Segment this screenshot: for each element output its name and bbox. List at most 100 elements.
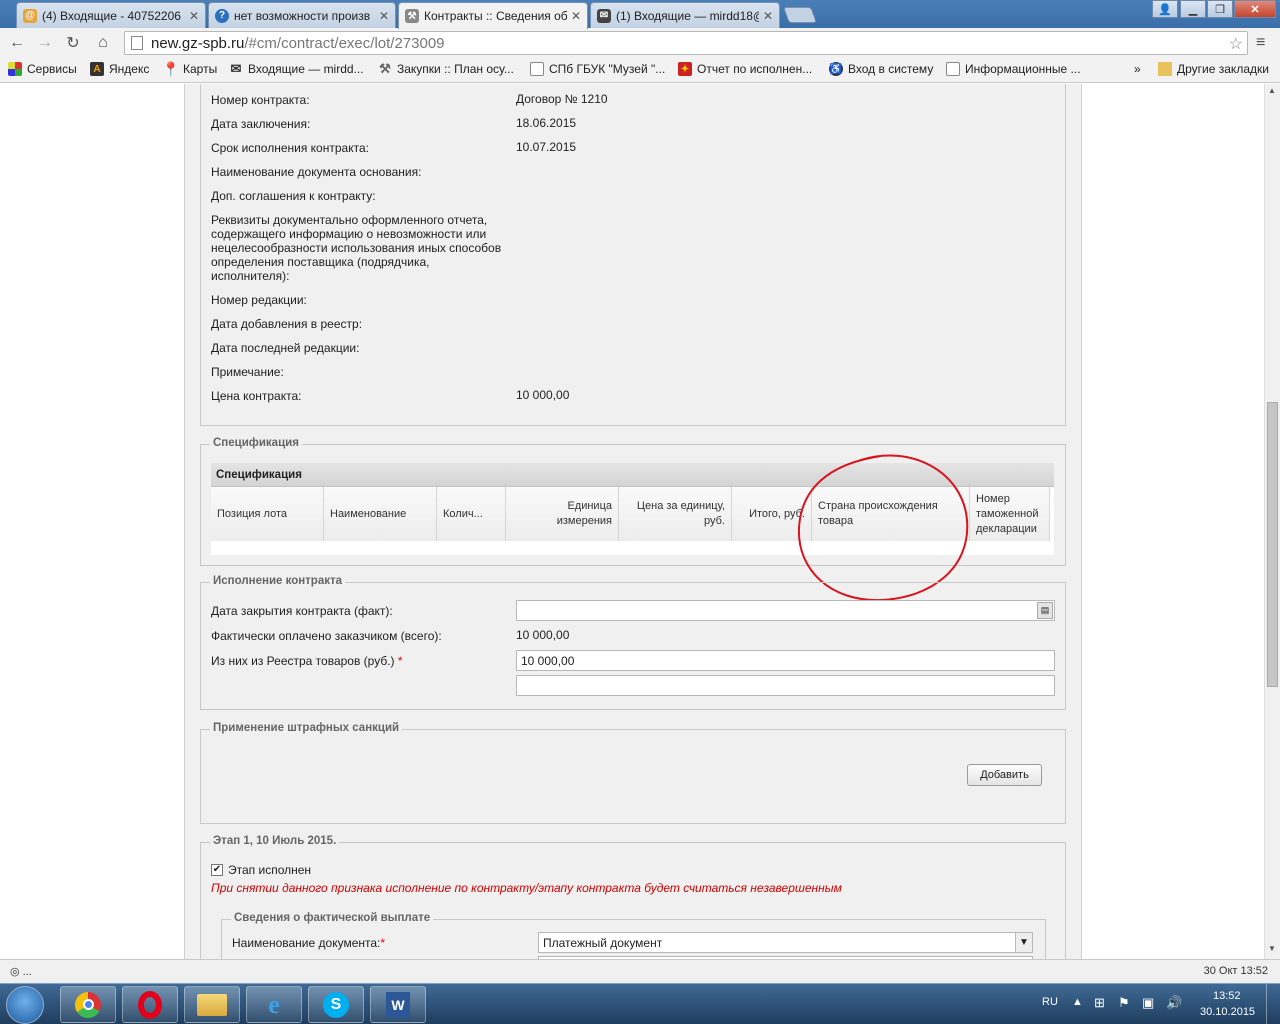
add-penalty-button[interactable]: Добавить (967, 764, 1042, 786)
stage-completed-checkbox[interactable]: ✔ (211, 864, 223, 876)
menu-icon[interactable]: ≡ (1256, 34, 1265, 52)
execution-legend: Исполнение контракта (210, 575, 346, 587)
scroll-up-icon[interactable]: ▲ (1268, 86, 1276, 95)
bookmark-report[interactable]: ✦ Отчет по исполнен... (678, 62, 812, 76)
start-orb-icon[interactable] (6, 986, 44, 1024)
additional-agreements-label: Доп. соглашения к контракту: (211, 189, 376, 203)
scrollbar-thumb[interactable] (1267, 402, 1278, 687)
registry-amount-label-text: Из них из Реестра товаров (руб.) (211, 654, 395, 668)
column-lot-position[interactable]: Позиция лота (211, 487, 324, 541)
bookmark-label: Отчет по исполнен... (697, 62, 813, 76)
tab-inbox-yandex[interactable]: ✉ (1) Входящие — mirdd18@ ✕ (590, 2, 780, 28)
tray-expand-icon[interactable]: ▲ (1072, 996, 1083, 1008)
registry-amount-label: Из них из Реестра товаров (руб.) * (211, 654, 403, 668)
page-icon (530, 62, 544, 76)
page-scrollbar[interactable]: ▲ ▼ (1264, 84, 1280, 959)
address-bar[interactable]: new.gz-spb.ru/#cm/contract/exec/lot/2730… (124, 31, 1248, 55)
payment-legend: Сведения о фактической выплате (231, 912, 434, 924)
bookmarks-overflow-button[interactable]: » (1134, 62, 1141, 76)
bookmark-label: Закупки :: План осу... (397, 62, 514, 76)
close-icon[interactable]: ✕ (189, 9, 199, 23)
column-name[interactable]: Наименование (324, 487, 437, 541)
registry-amount-input[interactable]: 10 000,00 (516, 650, 1055, 671)
contract-price-label: Цена контракта: (211, 389, 302, 403)
close-window-button[interactable]: ✕ (1234, 0, 1276, 18)
bookmark-label: Входящие — mirdd... (248, 62, 364, 76)
map-pin-icon: 📍 (162, 60, 180, 77)
close-date-input[interactable] (516, 600, 1055, 621)
chevron-down-icon[interactable]: ▼ (1015, 933, 1032, 952)
windows-taskbar: e S W RU ▲ ⊞ ⚑ ▣ 🔊 13:52 30.10.2015 (0, 983, 1280, 1024)
contract-form: Номер контракта: Договор № 1210 Дата зак… (184, 84, 1082, 959)
bookmark-inbox[interactable]: ✉ Входящие — mirdd... (229, 61, 364, 76)
basis-document-label: Наименование документа основания: (211, 165, 422, 179)
bookmark-services[interactable]: Сервисы (8, 62, 77, 76)
registry-extra-input[interactable] (516, 675, 1055, 696)
skype-icon[interactable]: S (308, 986, 364, 1023)
overflow-chevron: » (1134, 62, 1141, 76)
column-customs-declaration[interactable]: Номер таможенной декларации (970, 487, 1050, 541)
scroll-down-icon[interactable]: ▼ (1268, 944, 1276, 953)
status-text: ◎ ... (10, 966, 32, 978)
stage-warning-text: При снятии данного признака исполнение п… (211, 881, 842, 895)
bookmark-label: Вход в систему (848, 62, 934, 76)
yandex-icon: A (90, 62, 104, 76)
bookmark-museum[interactable]: СПб ГБУК "Музей "... (530, 62, 665, 76)
contract-info-section: Номер контракта: Договор № 1210 Дата зак… (200, 84, 1066, 426)
bookmark-maps[interactable]: 📍 Карты (162, 60, 217, 77)
reload-icon[interactable]: ↻ (62, 32, 84, 54)
column-unit-price[interactable]: Цена за единицу, руб. (619, 487, 732, 541)
bookmark-label: Информационные ... (965, 62, 1081, 76)
accessibility-icon: ♿ (829, 62, 843, 76)
close-icon[interactable]: ✕ (571, 9, 581, 23)
close-icon[interactable]: ✕ (379, 9, 389, 23)
registry-date-label: Дата добавления в реестр: (211, 317, 363, 331)
windows-flag-icon[interactable]: ⊞ (1094, 995, 1105, 1011)
new-tab-button[interactable] (783, 7, 817, 23)
minimize-button[interactable]: ▁ (1180, 0, 1206, 18)
language-indicator[interactable]: RU (1042, 996, 1058, 1008)
bookmarks-bar: Сервисы A Яндекс 📍 Карты ✉ Входящие — mirdd… (0, 58, 1280, 83)
doc-name-label: Наименование документа:* (232, 936, 385, 950)
network-icon[interactable]: ▣ (1142, 995, 1154, 1011)
back-arrow-icon[interactable]: ← (6, 32, 28, 54)
doc-name-value: Платежный документ (543, 936, 663, 950)
clock-time[interactable]: 13:52 (1213, 990, 1241, 1002)
bookmark-yandex[interactable]: A Яндекс (90, 62, 149, 76)
penalties-section: Применение штрафных санкций Добавить (200, 722, 1066, 824)
penalties-legend: Применение штрафных санкций (210, 722, 403, 734)
doc-name-select[interactable]: Платежный документ (538, 932, 1033, 953)
word-icon[interactable]: W (370, 986, 426, 1023)
registry-amount-value: 10 000,00 (521, 654, 575, 668)
show-desktop-button[interactable] (1266, 984, 1280, 1024)
home-icon[interactable]: ⌂ (92, 32, 114, 54)
forward-arrow-icon[interactable]: → (34, 32, 56, 54)
conclusion-date-label: Дата заключения: (211, 117, 311, 131)
explorer-icon[interactable] (184, 986, 240, 1023)
star-icon[interactable]: ☆ (1229, 34, 1243, 54)
calendar-icon[interactable]: ▤ (1037, 602, 1053, 619)
url-host: new.gz-spb.ru (151, 34, 245, 52)
bookmark-login[interactable]: ♿ Вход в систему (829, 62, 933, 76)
tab-help-question[interactable]: ? нет возможности произв ✕ (208, 2, 396, 28)
tab-contracts[interactable]: ⚒ Контракты :: Сведения об ✕ (398, 2, 588, 29)
folder-icon (1158, 62, 1172, 76)
tab-inbox-mail-ru[interactable]: @ (4) Входящие - 40752206 ✕ (16, 2, 206, 28)
action-center-flag-icon[interactable]: ⚑ (1118, 995, 1130, 1011)
restore-button[interactable]: ❐ (1207, 0, 1233, 18)
clock-date[interactable]: 30.10.2015 (1200, 1006, 1255, 1018)
column-quantity[interactable]: Колич... (437, 487, 506, 541)
close-icon[interactable]: ✕ (763, 9, 773, 23)
volume-icon[interactable]: 🔊 (1166, 995, 1182, 1011)
bookmark-info[interactable]: Информационные ... (946, 62, 1081, 76)
ie-icon[interactable]: e (246, 986, 302, 1023)
chrome-icon[interactable] (60, 986, 116, 1023)
bookmark-other[interactable]: Другие закладки (1158, 62, 1269, 76)
user-icon[interactable]: 👤 (1152, 0, 1178, 18)
status-datetime: 30 Окт 13:52 (1203, 965, 1268, 977)
bookmark-procurement[interactable]: ⚒ Закупки :: План осу... (378, 61, 514, 76)
column-unit[interactable]: Единица измерения (506, 487, 619, 541)
bookmark-label: Сервисы (27, 62, 77, 76)
opera-icon[interactable] (122, 986, 178, 1023)
mail-icon: ✉ (597, 8, 611, 23)
